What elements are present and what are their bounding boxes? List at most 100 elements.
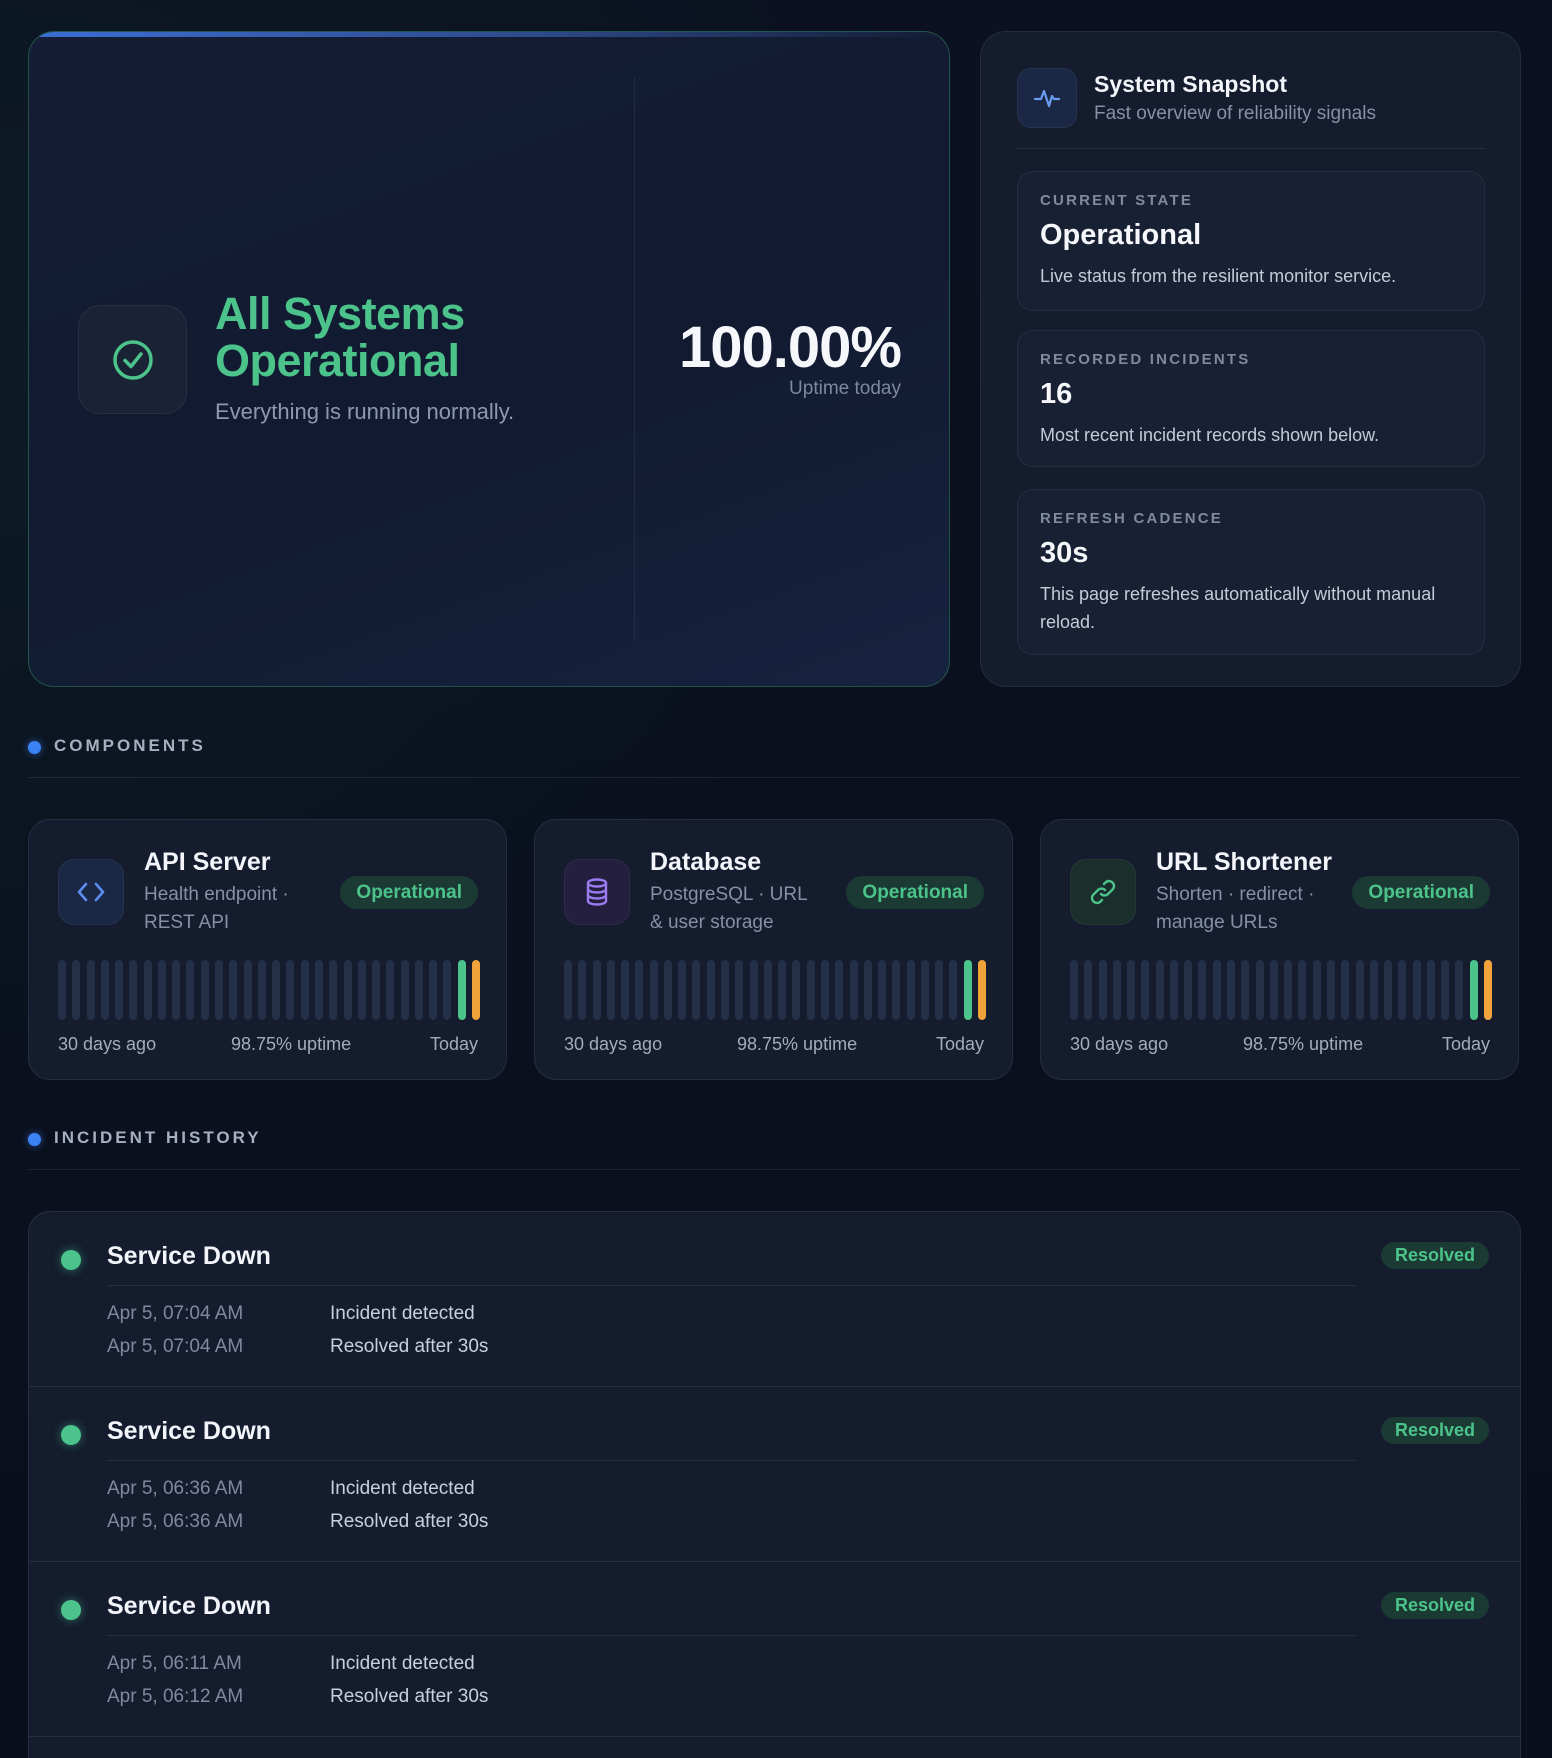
uptime-day-bar[interactable] xyxy=(1184,960,1193,1020)
uptime-day-bar[interactable] xyxy=(86,960,95,1020)
uptime-day-bar[interactable] xyxy=(243,960,252,1020)
uptime-day-bar[interactable] xyxy=(735,960,744,1020)
uptime-day-bar[interactable] xyxy=(1141,960,1150,1020)
uptime-day-bar[interactable] xyxy=(920,960,929,1020)
uptime-day-bar[interactable] xyxy=(472,960,480,1020)
uptime-day-bar[interactable] xyxy=(157,960,166,1020)
uptime-day-bar[interactable] xyxy=(592,960,601,1020)
uptime-day-bar[interactable] xyxy=(1312,960,1321,1020)
uptime-day-bar[interactable] xyxy=(115,960,124,1020)
uptime-day-bar[interactable] xyxy=(778,960,787,1020)
uptime-day-bar[interactable] xyxy=(314,960,323,1020)
uptime-day-bar[interactable] xyxy=(1326,960,1335,1020)
row-separator xyxy=(29,1736,1520,1737)
incident-item[interactable]: Service Down Resolved Apr 5, 06:11 AM In… xyxy=(29,1562,1520,1737)
uptime-day-bar[interactable] xyxy=(1355,960,1364,1020)
uptime-day-bar[interactable] xyxy=(186,960,195,1020)
uptime-day-bar[interactable] xyxy=(749,960,758,1020)
uptime-day-bar[interactable] xyxy=(1198,960,1207,1020)
uptime-day-bar[interactable] xyxy=(978,960,986,1020)
uptime-day-bar[interactable] xyxy=(200,960,209,1020)
uptime-day-bar[interactable] xyxy=(1070,960,1078,1020)
uptime-day-bar[interactable] xyxy=(1284,960,1293,1020)
uptime-day-bar[interactable] xyxy=(849,960,858,1020)
uptime-day-bar[interactable] xyxy=(906,960,915,1020)
uptime-day-bar[interactable] xyxy=(1426,960,1435,1020)
uptime-day-bar[interactable] xyxy=(792,960,801,1020)
uptime-day-bar[interactable] xyxy=(1341,960,1350,1020)
uptime-day-bar[interactable] xyxy=(621,960,630,1020)
uptime-day-bar[interactable] xyxy=(58,960,66,1020)
uptime-day-bar[interactable] xyxy=(1169,960,1178,1020)
uptime-day-bar[interactable] xyxy=(1369,960,1378,1020)
uptime-day-bar[interactable] xyxy=(72,960,81,1020)
uptime-day-bar[interactable] xyxy=(1298,960,1307,1020)
uptime-day-bar[interactable] xyxy=(357,960,366,1020)
uptime-day-bar[interactable] xyxy=(706,960,715,1020)
uptime-day-bar[interactable] xyxy=(257,960,266,1020)
uptime-day-bar[interactable] xyxy=(286,960,295,1020)
uptime-day-bar[interactable] xyxy=(1084,960,1093,1020)
uptime-day-bar[interactable] xyxy=(1412,960,1421,1020)
uptime-day-bar[interactable] xyxy=(1384,960,1393,1020)
uptime-day-bar[interactable] xyxy=(863,960,872,1020)
uptime-day-bar[interactable] xyxy=(678,960,687,1020)
uptime-day-bar[interactable] xyxy=(129,960,138,1020)
uptime-day-bar[interactable] xyxy=(272,960,281,1020)
uptime-day-bar[interactable] xyxy=(763,960,772,1020)
uptime-day-bar[interactable] xyxy=(578,960,587,1020)
uptime-day-bar[interactable] xyxy=(820,960,829,1020)
uptime-day-bar[interactable] xyxy=(343,960,352,1020)
resolved-text: Resolved after 30s xyxy=(330,1336,489,1357)
uptime-day-bar[interactable] xyxy=(172,960,181,1020)
incident-item[interactable]: Service Down Resolved Apr 5, 06:36 AM In… xyxy=(29,1387,1520,1562)
uptime-day-bar[interactable] xyxy=(892,960,901,1020)
incident-item[interactable]: Service Down Resolved Apr 5, 07:04 AM In… xyxy=(29,1212,1520,1387)
card-label: CURRENT STATE xyxy=(1040,192,1194,209)
uptime-day-bar[interactable] xyxy=(1127,960,1136,1020)
uptime-day-bar[interactable] xyxy=(300,960,309,1020)
uptime-day-bar[interactable] xyxy=(1398,960,1407,1020)
uptime-day-bar[interactable] xyxy=(329,960,338,1020)
uptime-day-bar[interactable] xyxy=(414,960,423,1020)
uptime-day-bar[interactable] xyxy=(935,960,944,1020)
resolved-text: Resolved after 30s xyxy=(330,1511,489,1532)
uptime-day-bar[interactable] xyxy=(1212,960,1221,1020)
uptime-day-bar[interactable] xyxy=(229,960,238,1020)
uptime-day-bar[interactable] xyxy=(564,960,572,1020)
uptime-day-bar[interactable] xyxy=(606,960,615,1020)
uptime-day-bar[interactable] xyxy=(635,960,644,1020)
uptime-day-bar[interactable] xyxy=(1469,960,1478,1020)
uptime-day-bar[interactable] xyxy=(1098,960,1107,1020)
uptime-day-bar[interactable] xyxy=(1484,960,1492,1020)
uptime-day-bar[interactable] xyxy=(429,960,438,1020)
uptime-day-bar[interactable] xyxy=(143,960,152,1020)
component-name: API Server xyxy=(144,848,271,876)
uptime-day-bar[interactable] xyxy=(806,960,815,1020)
uptime-day-bar[interactable] xyxy=(215,960,224,1020)
uptime-day-bar[interactable] xyxy=(1155,960,1164,1020)
uptime-day-bar[interactable] xyxy=(949,960,958,1020)
uptime-day-bar[interactable] xyxy=(400,960,409,1020)
uptime-day-bar[interactable] xyxy=(457,960,466,1020)
uptime-day-bar[interactable] xyxy=(1441,960,1450,1020)
uptime-day-bar[interactable] xyxy=(1455,960,1464,1020)
uptime-day-bar[interactable] xyxy=(372,960,381,1020)
uptime-day-bar[interactable] xyxy=(878,960,887,1020)
uptime-day-bar[interactable] xyxy=(1255,960,1264,1020)
uptime-day-bar[interactable] xyxy=(386,960,395,1020)
uptime-day-bar[interactable] xyxy=(1241,960,1250,1020)
uptime-day-bar[interactable] xyxy=(649,960,658,1020)
uptime-day-bar[interactable] xyxy=(443,960,452,1020)
uptime-day-bar[interactable] xyxy=(721,960,730,1020)
uptime-day-bar[interactable] xyxy=(100,960,109,1020)
uptime-day-bar[interactable] xyxy=(963,960,972,1020)
uptime-day-bar[interactable] xyxy=(692,960,701,1020)
uptime-day-bar[interactable] xyxy=(1269,960,1278,1020)
overall-status-title: All Systems Operational xyxy=(215,288,465,386)
uptime-day-bar[interactable] xyxy=(1112,960,1121,1020)
uptime-day-bar[interactable] xyxy=(663,960,672,1020)
uptime-day-bar[interactable] xyxy=(835,960,844,1020)
range-start-label: 30 days ago xyxy=(58,1034,157,1054)
uptime-day-bar[interactable] xyxy=(1227,960,1236,1020)
